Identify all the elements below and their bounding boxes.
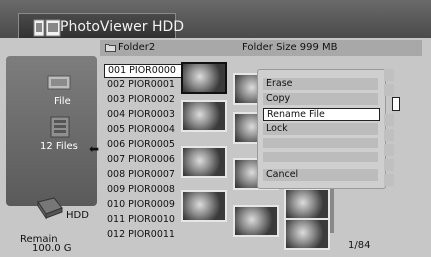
list-item[interactable]: 008 PIOR0007 xyxy=(104,168,182,182)
cancel-menu-item[interactable]: Cancel xyxy=(263,169,378,181)
folder-icon xyxy=(105,44,116,52)
erase-menu-item[interactable]: Erase xyxy=(263,78,378,90)
photo-thumbnail[interactable] xyxy=(181,62,227,94)
background-list-row xyxy=(384,69,394,81)
list-item[interactable]: 007 PIOR0006 xyxy=(104,153,182,167)
background-list-row xyxy=(384,129,394,141)
file-label[interactable]: File xyxy=(54,96,71,107)
background-selection-marker xyxy=(392,97,400,111)
background-list-row xyxy=(384,174,394,186)
title-bar: PhotoViewer HDD xyxy=(0,0,431,40)
list-item[interactable]: 011 PIOR0010 xyxy=(104,213,182,227)
list-item[interactable]: 004 PIOR0003 xyxy=(104,108,182,122)
list-item[interactable]: 002 PIOR0001 xyxy=(104,78,182,92)
files-stack-icon xyxy=(50,116,70,138)
lock-menu-item[interactable]: Lock xyxy=(263,123,378,135)
scrollbar[interactable] xyxy=(330,189,334,233)
list-item[interactable]: 006 PIOR0005 xyxy=(104,138,182,152)
list-item[interactable]: 001 PIOR0000 xyxy=(104,64,184,78)
photoviewer-screen: PhotoViewer HDD Folder2 Folder Size 999 … xyxy=(0,0,431,257)
empty-menu-slot xyxy=(263,152,378,162)
list-item[interactable]: 010 PIOR0009 xyxy=(104,198,182,212)
empty-menu-slot xyxy=(263,138,378,148)
left-arrow-icon: ⬅ xyxy=(89,142,100,156)
background-list-row xyxy=(384,159,394,171)
folder-size: Folder Size 999 MB xyxy=(242,42,338,53)
photo-thumbnail[interactable] xyxy=(233,205,279,237)
photo-thumbnail[interactable] xyxy=(284,188,330,220)
list-item[interactable]: 012 PIOR0011 xyxy=(104,228,182,242)
photo-thumbnail[interactable] xyxy=(181,146,227,178)
file-action-menu: Erase Copy Rename File Lock Cancel xyxy=(257,69,386,189)
background-list-row xyxy=(384,114,394,126)
remain-value: 100.0 G xyxy=(32,243,72,254)
folder-name: Folder2 xyxy=(118,42,156,53)
page-indicator: 1/84 xyxy=(348,240,371,251)
photo-thumbnail[interactable] xyxy=(181,100,227,132)
photo-thumbnail[interactable] xyxy=(284,218,330,250)
photo-thumbnail[interactable] xyxy=(181,190,227,222)
drive-label: HDD xyxy=(66,210,89,221)
remain-info: Remain 100.0 G xyxy=(20,235,72,254)
list-item[interactable]: 005 PIOR0004 xyxy=(104,123,182,137)
list-item[interactable]: 009 PIOR0008 xyxy=(104,183,182,197)
list-item[interactable]: 003 PIOR0002 xyxy=(104,93,182,107)
photoviewer-icon xyxy=(33,19,61,37)
window-title: PhotoViewer HDD xyxy=(60,19,185,35)
background-list-row xyxy=(384,84,394,96)
files-count: 12 Files xyxy=(40,141,78,152)
hdd-icon xyxy=(37,197,63,220)
background-list-row xyxy=(384,144,394,156)
file-icon xyxy=(47,75,71,90)
rename-file-menu-item[interactable]: Rename File xyxy=(263,108,380,121)
copy-menu-item[interactable]: Copy xyxy=(263,93,378,105)
